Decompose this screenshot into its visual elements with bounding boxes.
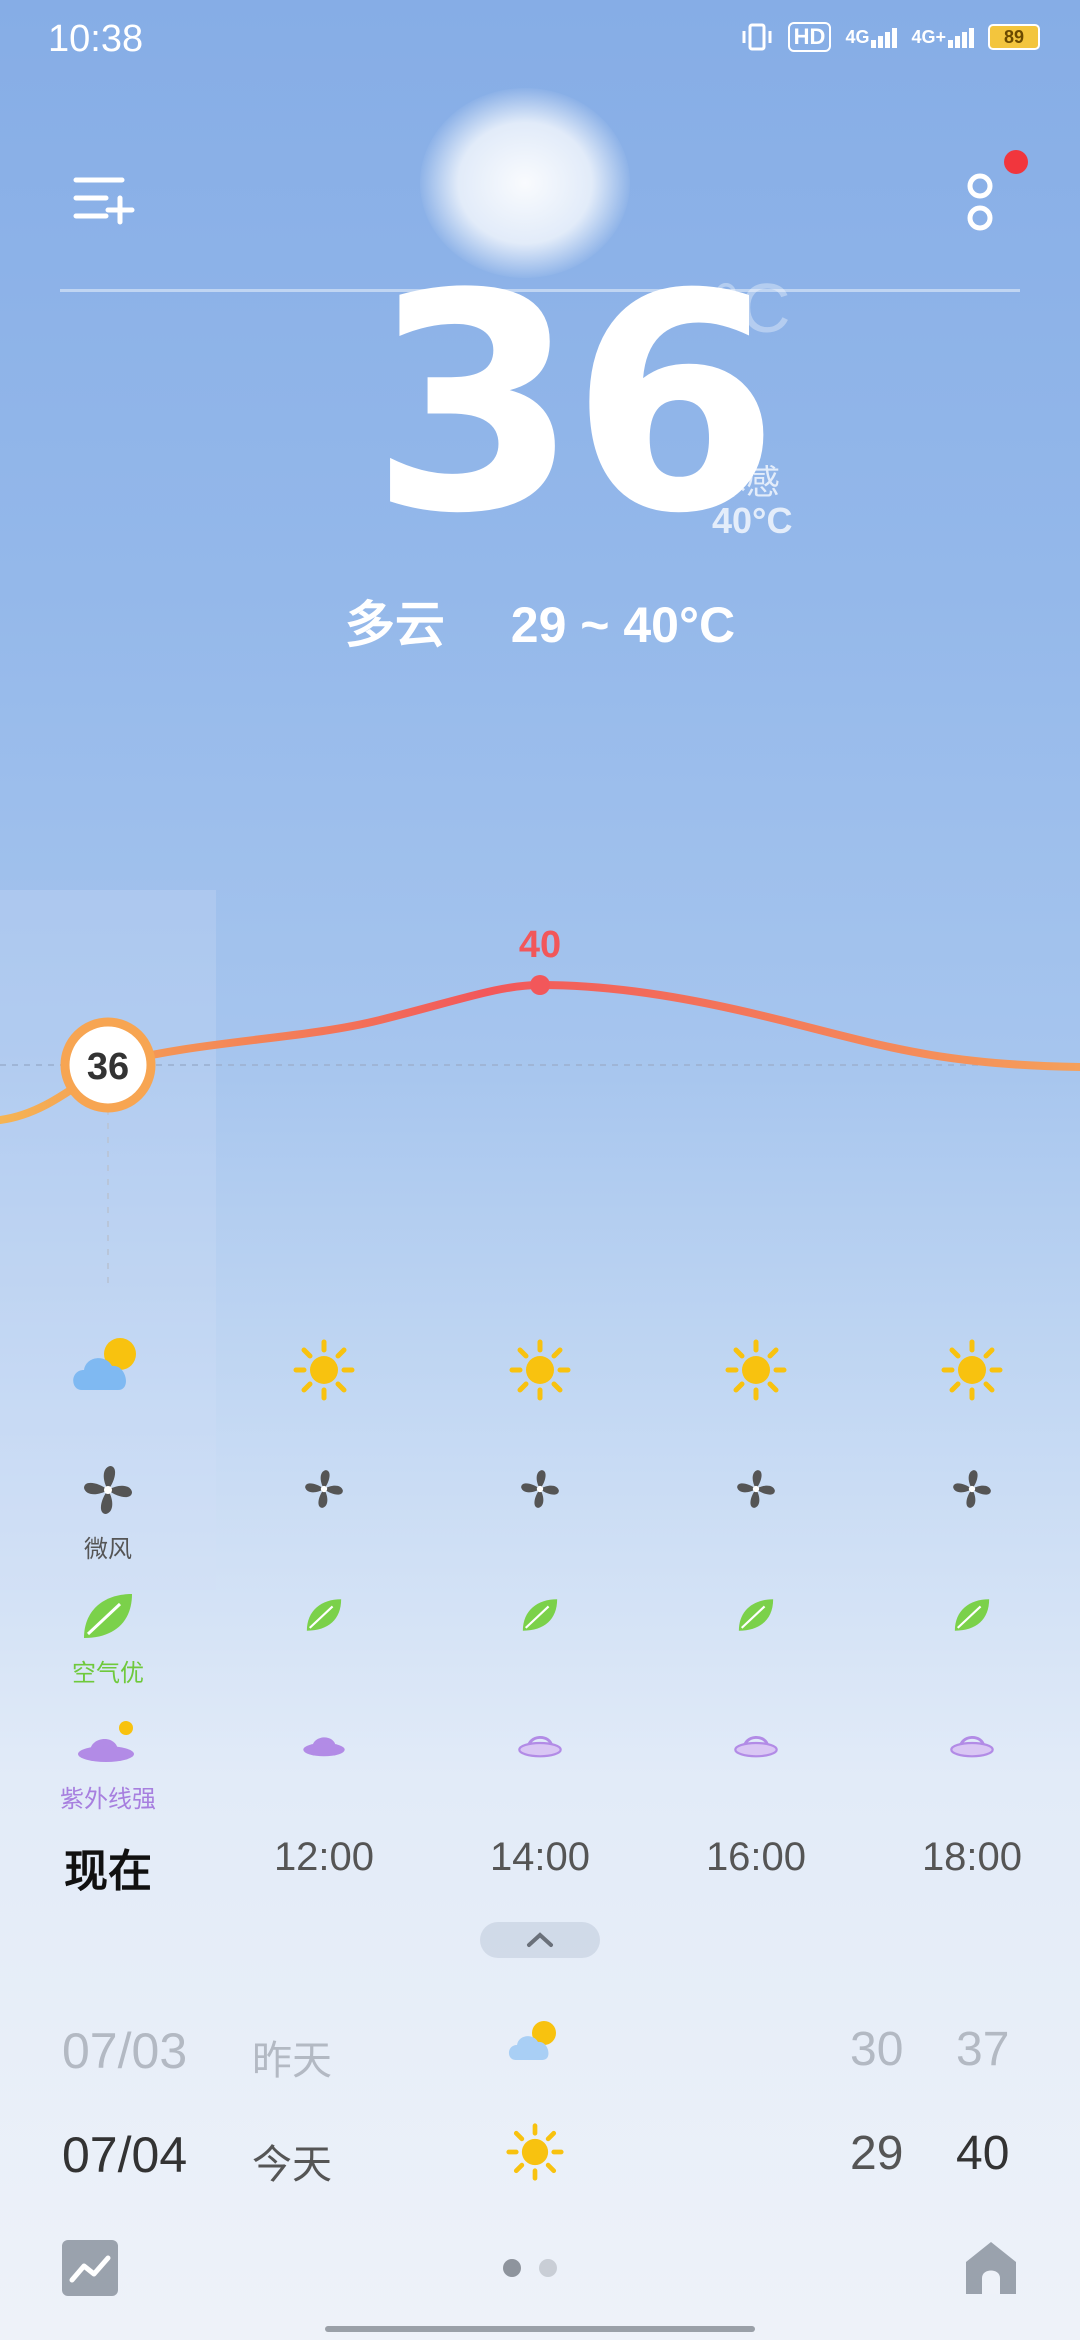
hour-4-weather bbox=[912, 1338, 1032, 1407]
hour-1-uv bbox=[264, 1726, 384, 1765]
hour-0-uv: 紫外线强 bbox=[48, 1718, 168, 1814]
sun-hat-icon bbox=[303, 1737, 345, 1757]
leaf-icon bbox=[522, 1599, 558, 1631]
home-icon bbox=[966, 2242, 1016, 2294]
gesture-navigation-bar[interactable] bbox=[325, 2326, 755, 2332]
hour-label-12: 12:00 bbox=[273, 1835, 375, 1879]
sun-hat-icon bbox=[78, 1721, 134, 1762]
day-date: 07/04 bbox=[62, 2127, 188, 2183]
condition-line: 多云 29 ~ 40°C bbox=[0, 585, 1080, 657]
hour-0-wind: 微风 bbox=[48, 1462, 168, 1564]
hd-icon: HD bbox=[787, 22, 832, 52]
status-time: 10:38 bbox=[48, 18, 144, 60]
expand-handle[interactable] bbox=[480, 1922, 600, 1958]
sun-icon bbox=[506, 2123, 564, 2181]
fan-icon bbox=[737, 1470, 775, 1508]
sun-icon bbox=[941, 1339, 1003, 1401]
air-quality-label: 空气优 bbox=[72, 1660, 144, 1687]
vibrate-icon bbox=[742, 23, 772, 51]
hour-4-uv bbox=[912, 1726, 1032, 1765]
leaf-icon bbox=[954, 1599, 990, 1631]
fan-icon bbox=[305, 1470, 343, 1508]
daily-row-yesterday[interactable]: 07/03 昨天 30 37 bbox=[0, 2021, 1080, 2112]
day-high: 37 bbox=[956, 2023, 1010, 2076]
sun-icon bbox=[725, 1339, 787, 1401]
leaf-icon bbox=[306, 1599, 342, 1631]
uv-label: 紫外线强 bbox=[60, 1786, 156, 1813]
signal-4g-label: 4G bbox=[845, 26, 870, 47]
feels-like-value: 40°C bbox=[712, 500, 793, 541]
sun-hat-icon bbox=[518, 1735, 562, 1758]
hour-3-air bbox=[696, 1596, 816, 1639]
day-date: 07/03 bbox=[62, 2023, 188, 2079]
trend-chart-icon bbox=[69, 2255, 111, 2283]
page-dot-active bbox=[503, 2259, 521, 2277]
day-low: 29 bbox=[850, 2127, 904, 2180]
hour-4-air bbox=[912, 1596, 1032, 1639]
hour-1-wind bbox=[264, 1467, 384, 1516]
trend-button[interactable] bbox=[62, 2240, 118, 2296]
fan-icon bbox=[953, 1470, 991, 1508]
more-dots-icon bbox=[967, 173, 993, 231]
hour-4-wind bbox=[912, 1467, 1032, 1516]
hourly-temperature-chart: 40 36 bbox=[0, 924, 1080, 1290]
hour-2-weather bbox=[480, 1338, 600, 1407]
hour-1-weather bbox=[264, 1338, 384, 1407]
page-indicator bbox=[503, 2259, 557, 2277]
leaf-icon bbox=[84, 1594, 132, 1638]
daily-row-today[interactable]: 07/04 今天 29 40 bbox=[0, 2123, 1080, 2216]
day-low: 30 bbox=[850, 2023, 904, 2076]
status-bar: 10:38 HD 4G 4G+ 89 bbox=[0, 0, 1080, 80]
temperature-curve bbox=[0, 980, 1080, 1124]
peak-point bbox=[530, 975, 550, 995]
hour-2-wind bbox=[480, 1467, 600, 1516]
hour-3-wind bbox=[696, 1467, 816, 1516]
day-weather bbox=[505, 2018, 565, 2071]
sun-icon bbox=[509, 1339, 571, 1401]
leaf-icon bbox=[738, 1599, 774, 1631]
current-temperature: 36 bbox=[370, 230, 779, 579]
signal-4g-icon: 4G bbox=[845, 26, 898, 48]
signal-4g-plus-label: 4G+ bbox=[911, 26, 946, 47]
partly-cloudy-icon bbox=[73, 1338, 136, 1390]
notification-dot bbox=[1004, 150, 1028, 174]
day-high: 40 bbox=[956, 2127, 1010, 2180]
page-dot bbox=[539, 2259, 557, 2277]
peak-temperature-label: 40 bbox=[519, 924, 561, 966]
city-list-button[interactable] bbox=[72, 172, 136, 228]
fan-icon bbox=[84, 1466, 132, 1514]
current-temp-badge-label: 36 bbox=[87, 1046, 129, 1088]
status-icons: HD 4G 4G+ 89 bbox=[740, 22, 1040, 52]
hour-label-16: 16:00 bbox=[705, 1835, 807, 1879]
temperature-range: 29 ~ 40°C bbox=[510, 597, 736, 653]
degree-symbol: °C bbox=[712, 269, 791, 347]
hour-0-weather bbox=[48, 1336, 168, 1401]
hour-2-uv bbox=[480, 1726, 600, 1765]
chevron-up-icon bbox=[527, 1932, 553, 1947]
home-button[interactable] bbox=[962, 2238, 1020, 2298]
list-add-icon bbox=[73, 177, 135, 225]
day-name: 今天 bbox=[252, 2143, 332, 2187]
sun-icon bbox=[293, 1339, 355, 1401]
hour-3-weather bbox=[696, 1338, 816, 1407]
hour-1-air bbox=[264, 1596, 384, 1639]
hour-3-uv bbox=[696, 1726, 816, 1765]
hour-label-14: 14:00 bbox=[489, 1835, 591, 1879]
wind-label: 微风 bbox=[84, 1536, 132, 1563]
hour-label-18: 18:00 bbox=[921, 1835, 1023, 1879]
day-name: 昨天 bbox=[252, 2039, 332, 2083]
hour-2-air bbox=[480, 1596, 600, 1639]
day-weather bbox=[505, 2122, 565, 2187]
hour-label-now: 现在 bbox=[64, 1847, 152, 1896]
signal-4g-plus-icon: 4G+ bbox=[911, 27, 974, 48]
more-options-button[interactable] bbox=[962, 170, 998, 236]
sun-hat-icon bbox=[950, 1735, 994, 1758]
hour-0-air: 空气优 bbox=[48, 1590, 168, 1688]
battery-icon: 89 bbox=[988, 24, 1040, 50]
sun-hat-icon bbox=[734, 1735, 778, 1758]
feels-like-label: 体感 bbox=[712, 464, 780, 502]
partly-cloudy-icon bbox=[508, 2021, 556, 2060]
fan-icon bbox=[521, 1470, 559, 1508]
weather-condition: 多云 bbox=[344, 597, 445, 653]
